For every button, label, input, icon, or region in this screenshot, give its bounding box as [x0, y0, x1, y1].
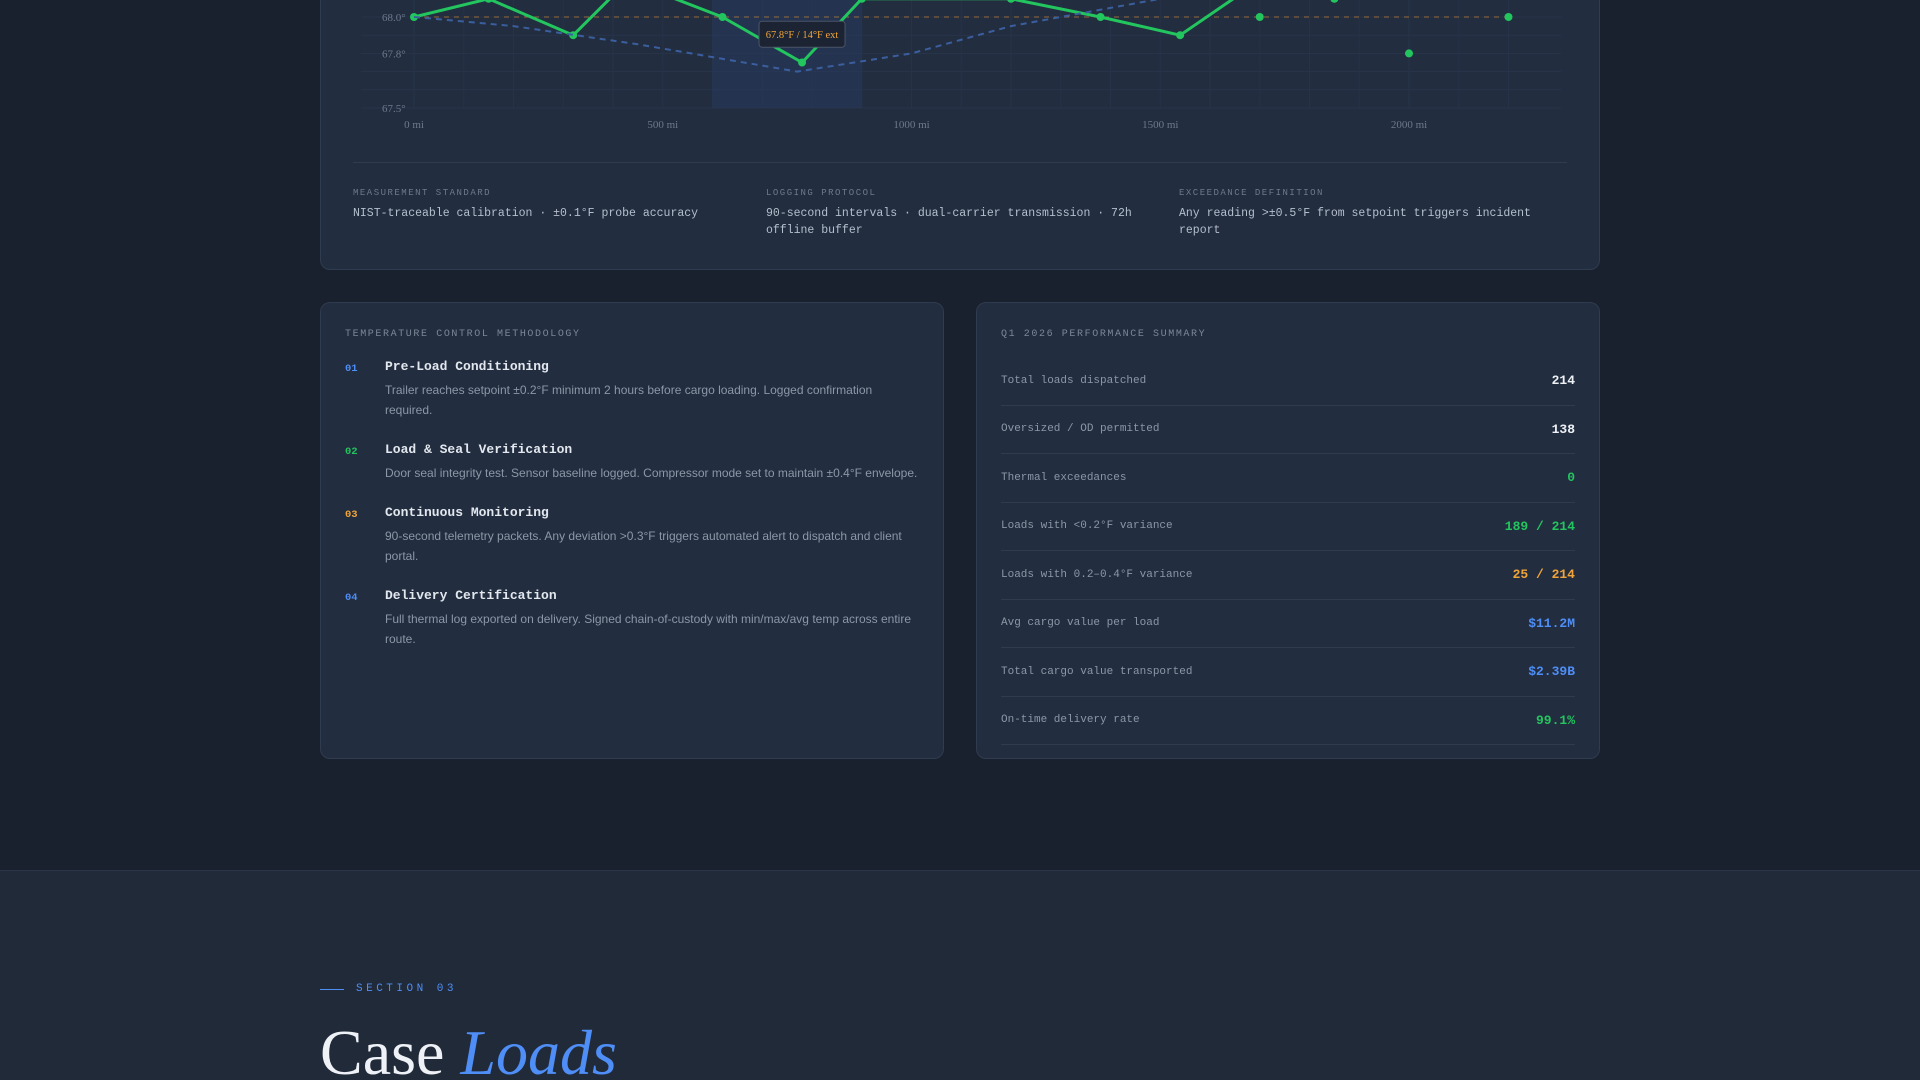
stat-row: Total loads dispatched 214	[1001, 357, 1575, 406]
stat-label: Avg cargo value per load	[1001, 617, 1160, 630]
section-title: Case Loads	[320, 1012, 617, 1080]
stat-value: $11.2M	[1528, 615, 1575, 631]
data-point	[1405, 49, 1413, 58]
performance-summary-card: Q1 2026 PERFORMANCE SUMMARY Total loads …	[976, 302, 1600, 759]
x-tick-label: 1500 mi	[1142, 119, 1178, 131]
stat-row: On-time delivery rate 99.1%	[1001, 697, 1575, 745]
thermal-chart-card: 67.5° 67.8° 68.0° 0 mi 500 mi 1000 mi 1500 mi 2…	[320, 0, 1600, 270]
step-description: Door seal integrity test. Sensor baselin…	[385, 466, 918, 480]
data-point	[1330, 0, 1339, 3]
step-number: 04	[345, 592, 358, 604]
methodology-step: 02 Load & Seal Verification Door seal in…	[345, 442, 921, 483]
stat-row: Loads with 0.2–0.4°F variance 25 / 214	[1001, 551, 1575, 600]
data-point	[484, 0, 493, 3]
stat-value: 25 / 214	[1512, 567, 1575, 583]
stat-value: 214	[1551, 373, 1575, 389]
data-point	[1096, 13, 1105, 21]
data-point	[1255, 13, 1264, 21]
step-title: Continuous Monitoring	[385, 505, 549, 520]
step-number: 03	[345, 509, 358, 521]
y-tick-label: 67.8°	[382, 48, 406, 60]
stat-label: Loads with 0.2–0.4°F variance	[1001, 568, 1193, 581]
note-text: 90-second intervals · dual-carrier trans…	[766, 207, 1132, 237]
note-label: EXCEEDANCE DEFINITION	[1179, 188, 1324, 198]
data-point	[718, 13, 727, 21]
methodology-card: TEMPERATURE CONTROL METHODOLOGY 01 Pre-L…	[320, 302, 944, 759]
stat-label: Thermal exceedances	[1001, 471, 1127, 484]
note-label: LOGGING PROTOCOL	[766, 188, 877, 198]
stat-row: Total cargo value transported $2.39B	[1001, 648, 1575, 697]
note-text: Any reading >±0.5°F from setpoint trigge…	[1179, 207, 1531, 237]
stat-label: Total loads dispatched	[1001, 374, 1147, 387]
chart-notes: MEASUREMENT STANDARD NIST-traceable cali…	[353, 188, 1569, 248]
step-title: Pre-Load Conditioning	[385, 359, 549, 374]
y-tick-label: 67.5°	[382, 103, 406, 115]
note-measurement-standard: MEASUREMENT STANDARD NIST-traceable cali…	[353, 188, 733, 222]
step-title: Load & Seal Verification	[385, 442, 573, 457]
tooltip-text: 67.8°F / 14°F ext	[766, 30, 839, 41]
methodology-step: 04 Delivery Certification Full thermal l…	[345, 588, 921, 649]
note-exceedance-definition: EXCEEDANCE DEFINITION Any reading >±0.5°…	[1179, 188, 1579, 239]
stat-value: 189 / 214	[1504, 518, 1575, 534]
stat-row: Thermal exceedances 0	[1001, 454, 1575, 503]
stat-value: 99.1%	[1535, 712, 1575, 728]
section-eyebrow: SECTION 03	[320, 983, 457, 995]
stat-row: Loads with <0.2°F variance 189 / 214	[1001, 503, 1575, 551]
step-description: Full thermal log exported on delivery. S…	[385, 612, 912, 646]
methodology-steps: 01 Pre-Load Conditioning Trailer reaches…	[345, 359, 921, 671]
eyebrow-text: SECTION 03	[356, 983, 458, 995]
x-tick-label: 0 mi	[404, 119, 424, 131]
stat-row: Oversized / OD permitted 138	[1001, 406, 1575, 454]
section-title-accent: Loads	[460, 1017, 617, 1080]
x-tick-label: 1000 mi	[893, 119, 929, 131]
chart-divider	[353, 162, 1567, 163]
x-tick-label: 2000 mi	[1391, 119, 1427, 131]
note-text: NIST-traceable calibration · ±0.1°F prob…	[353, 207, 699, 220]
step-number: 02	[345, 446, 358, 458]
eyebrow-rule	[320, 988, 344, 990]
step-description: Trailer reaches setpoint ±0.2°F minimum …	[385, 383, 873, 417]
note-label: MEASUREMENT STANDARD	[353, 188, 492, 198]
methodology-step: 01 Pre-Load Conditioning Trailer reaches…	[345, 359, 921, 420]
step-number: 01	[345, 363, 358, 375]
stat-label: On-time delivery rate	[1001, 714, 1140, 727]
y-tick-label: 68.0°	[382, 12, 406, 24]
section-title-plain: Case	[320, 1017, 445, 1080]
x-tick-label: 500 mi	[647, 119, 678, 131]
step-title: Delivery Certification	[385, 588, 557, 603]
stat-label: Oversized / OD permitted	[1001, 423, 1160, 436]
performance-stats: Total loads dispatched 214 Oversized / OD…	[1001, 357, 1575, 745]
step-description: 90-second telemetry packets. Any deviati…	[385, 529, 902, 563]
performance-title: Q1 2026 PERFORMANCE SUMMARY	[1001, 329, 1207, 340]
stat-value: 0	[1567, 470, 1575, 486]
data-point	[1007, 0, 1015, 3]
methodology-title: TEMPERATURE CONTROL METHODOLOGY	[345, 329, 581, 340]
stat-value: $2.39B	[1528, 664, 1575, 680]
data-point	[798, 58, 807, 67]
methodology-step: 03 Continuous Monitoring 90-second telem…	[345, 505, 921, 566]
data-point	[1176, 31, 1185, 40]
stat-label: Loads with <0.2°F variance	[1001, 520, 1173, 533]
note-logging-protocol: LOGGING PROTOCOL 90-second intervals · d…	[766, 188, 1146, 239]
stat-value: 138	[1551, 421, 1575, 437]
case-loads-section	[0, 870, 1920, 1080]
stat-label: Total cargo value transported	[1001, 665, 1193, 678]
temperature-line-chart: 67.5° 67.8° 68.0° 0 mi 500 mi 1000 mi 1500 mi 2…	[361, 0, 1561, 131]
data-point	[1504, 13, 1513, 21]
stat-row: Avg cargo value per load $11.2M	[1001, 600, 1575, 648]
